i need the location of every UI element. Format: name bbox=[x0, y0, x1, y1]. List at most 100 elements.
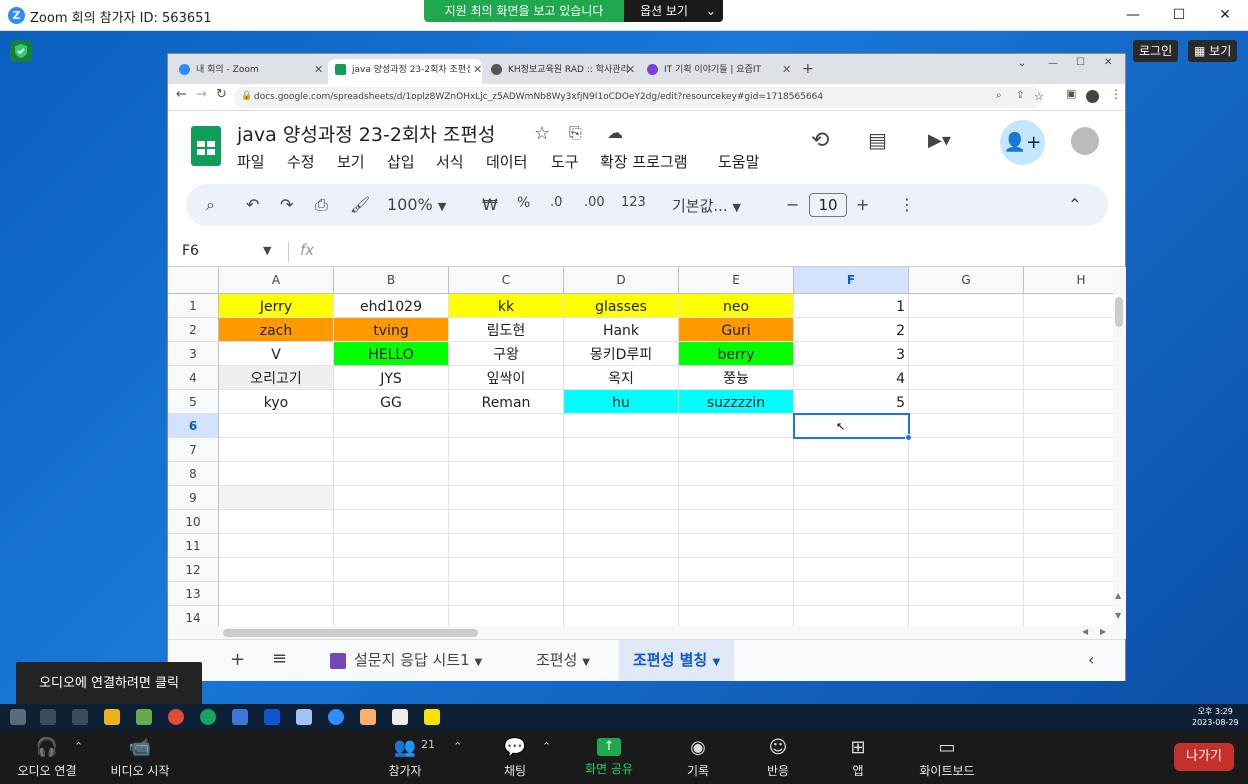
cell-a2[interactable]: zach bbox=[219, 318, 334, 342]
comments-icon[interactable]: ▤ bbox=[868, 128, 887, 152]
cell-a4[interactable]: 오리고기 bbox=[219, 366, 334, 390]
cell-d6[interactable] bbox=[564, 414, 679, 438]
cell-b12[interactable] bbox=[334, 558, 449, 582]
cell-e8[interactable] bbox=[679, 462, 794, 486]
cell-b7[interactable] bbox=[334, 438, 449, 462]
cell-c4[interactable]: 잎싹이 bbox=[449, 366, 564, 390]
cell-d8[interactable] bbox=[564, 462, 679, 486]
formula-input[interactable] bbox=[328, 240, 1108, 264]
back-icon[interactable]: ← bbox=[176, 87, 187, 102]
print-icon[interactable]: ⎙ bbox=[315, 195, 328, 215]
row-header-7[interactable]: 7 bbox=[168, 438, 219, 462]
audio-tooltip[interactable]: 오디오에 연결하려면 클릭 bbox=[16, 662, 202, 706]
chat-button[interactable]: 💬 채팅 bbox=[488, 730, 542, 784]
zoom-lens-icon[interactable]: ⌕ bbox=[996, 90, 1002, 101]
cloud-status-icon[interactable]: ☁ bbox=[607, 123, 623, 142]
cell-c10[interactable] bbox=[449, 510, 564, 534]
cell-d11[interactable] bbox=[564, 534, 679, 558]
cell-f11[interactable] bbox=[794, 534, 909, 558]
font-select[interactable]: 기본값... ▼ bbox=[672, 195, 741, 216]
cell-b2[interactable]: tving bbox=[334, 318, 449, 342]
task-view-icon[interactable] bbox=[72, 709, 88, 725]
cell-c3[interactable]: 구왕 bbox=[449, 342, 564, 366]
cell-g11[interactable] bbox=[909, 534, 1024, 558]
row-header-2[interactable]: 2 bbox=[168, 318, 219, 342]
cell-e4[interactable]: 쭝늉 bbox=[679, 366, 794, 390]
cell-g13[interactable] bbox=[909, 582, 1024, 606]
share-screen-button[interactable]: ↑ 화면 공유 bbox=[574, 730, 644, 784]
edge-icon[interactable] bbox=[200, 709, 216, 725]
scroll-thumb[interactable] bbox=[223, 629, 478, 637]
cell-e12[interactable] bbox=[679, 558, 794, 582]
menu-view[interactable]: 보기 bbox=[337, 151, 365, 172]
scroll-thumb[interactable] bbox=[1115, 297, 1123, 327]
menu-help[interactable]: 도움말 bbox=[718, 151, 759, 172]
cell-f2[interactable]: 2 bbox=[794, 318, 909, 342]
cell-d3[interactable]: 몽키D루피 bbox=[564, 342, 679, 366]
fill-handle[interactable] bbox=[905, 434, 912, 441]
share-button[interactable]: 👤+ bbox=[1000, 120, 1045, 165]
menu-tools[interactable]: 도구 bbox=[551, 151, 579, 172]
cell-f8[interactable] bbox=[794, 462, 909, 486]
browser-maximize-button[interactable]: ☐ bbox=[1076, 57, 1085, 68]
minimize-button[interactable]: — bbox=[1110, 0, 1156, 31]
font-size-decrease-icon[interactable]: − bbox=[786, 195, 799, 214]
video-button[interactable]: 📹 비디오 시작 bbox=[100, 730, 180, 784]
sidebar-icon[interactable]: ▣ bbox=[1066, 87, 1076, 100]
cell-e1[interactable]: neo bbox=[679, 294, 794, 318]
cell-h11[interactable] bbox=[1024, 534, 1113, 558]
cell-h6[interactable] bbox=[1024, 414, 1113, 438]
number-format-button[interactable]: 123 bbox=[621, 195, 646, 210]
column-header-a[interactable]: A bbox=[219, 267, 334, 294]
cell-c9[interactable] bbox=[449, 486, 564, 510]
forward-icon[interactable]: → bbox=[196, 87, 207, 102]
cell-a12[interactable] bbox=[219, 558, 334, 582]
browser-minimize-button[interactable]: — bbox=[1048, 58, 1058, 69]
menu-insert[interactable]: 삽입 bbox=[387, 151, 415, 172]
column-header-d[interactable]: D bbox=[564, 267, 679, 294]
column-header-f[interactable]: F bbox=[794, 267, 909, 294]
row-header-13[interactable]: 13 bbox=[168, 582, 219, 606]
cell-h3[interactable] bbox=[1024, 342, 1113, 366]
cell-g3[interactable] bbox=[909, 342, 1024, 366]
cell-e11[interactable] bbox=[679, 534, 794, 558]
start-icon[interactable] bbox=[10, 709, 26, 725]
more-tools-icon[interactable]: ⋮ bbox=[899, 195, 915, 214]
menu-edit[interactable]: 수정 bbox=[287, 151, 315, 172]
menu-extensions[interactable]: 확장 프로그램 bbox=[600, 151, 688, 172]
cell-g6[interactable] bbox=[909, 414, 1024, 438]
row-header-8[interactable]: 8 bbox=[168, 462, 219, 486]
whiteboard-button[interactable]: ▭ 화이트보드 bbox=[910, 730, 984, 784]
move-folder-icon[interactable]: ⎘ bbox=[569, 123, 582, 143]
reload-icon[interactable]: ↻ bbox=[216, 87, 227, 102]
chevron-up-icon[interactable]: ⌃ bbox=[74, 740, 83, 753]
collapse-menu-icon[interactable]: ⌃ bbox=[1068, 195, 1081, 214]
redo-icon[interactable]: ↷ bbox=[280, 195, 293, 214]
cell-g10[interactable] bbox=[909, 510, 1024, 534]
add-sheet-icon[interactable]: + bbox=[230, 649, 245, 670]
address-bar[interactable]: 🔒 docs.google.com/spreadsheets/d/1oplz8W… bbox=[234, 87, 1044, 108]
font-size-increase-icon[interactable]: + bbox=[856, 195, 869, 214]
row-header-5[interactable]: 5 bbox=[168, 390, 219, 414]
cell-d4[interactable]: 옥지 bbox=[564, 366, 679, 390]
row-header-6[interactable]: 6 bbox=[168, 414, 219, 438]
all-sheets-icon[interactable]: ≡ bbox=[272, 648, 287, 669]
chevron-left-icon[interactable]: ‹ bbox=[1088, 650, 1094, 669]
cell-f3[interactable]: 3 bbox=[794, 342, 909, 366]
cell-h4[interactable] bbox=[1024, 366, 1113, 390]
cell-c12[interactable] bbox=[449, 558, 564, 582]
cell-b1[interactable]: ehd1029 bbox=[334, 294, 449, 318]
select-all-corner[interactable] bbox=[168, 267, 219, 294]
close-tab-icon[interactable]: ✕ bbox=[470, 59, 482, 81]
cell-a6[interactable] bbox=[219, 414, 334, 438]
column-header-e[interactable]: E bbox=[679, 267, 794, 294]
cell-h2[interactable] bbox=[1024, 318, 1113, 342]
zoom-select[interactable]: 100% ▼ bbox=[387, 195, 446, 214]
cell-h9[interactable] bbox=[1024, 486, 1113, 510]
paint-format-icon[interactable]: 🖌 bbox=[350, 195, 370, 214]
star-icon[interactable]: ☆ bbox=[534, 123, 550, 144]
cell-g5[interactable] bbox=[909, 390, 1024, 414]
cell-f7[interactable] bbox=[794, 438, 909, 462]
cell-c1[interactable]: kk bbox=[449, 294, 564, 318]
close-tab-icon[interactable]: ✕ bbox=[314, 59, 323, 81]
